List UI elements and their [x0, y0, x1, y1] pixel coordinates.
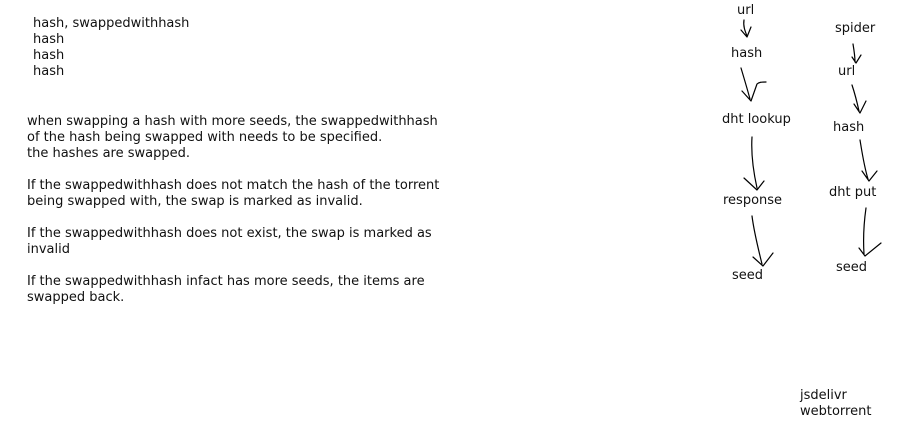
note-swap-back: If the swappedwithhash infact has more s…	[27, 274, 439, 306]
flow-left-dht-lookup: dht lookup	[722, 112, 791, 127]
note-line: of the hash being swapped with needs to …	[27, 130, 383, 145]
flow-right-seed: seed	[836, 260, 868, 275]
swap-rules-notes: when swapping a hash with more seeds, th…	[27, 114, 439, 306]
hash-list-item: hash, swappedwithhash	[33, 16, 190, 31]
flow-left-response: response	[723, 193, 783, 208]
hash-list-item: hash	[33, 48, 65, 63]
flow-left-seed: seed	[732, 268, 764, 283]
flow-right-dht-put: dht put	[829, 185, 877, 200]
arrow-dht-lookup-to-response	[743, 136, 765, 191]
flow-left-hash: hash	[731, 46, 763, 61]
library-item: jsdelivr	[800, 388, 847, 403]
hash-list-item: hash	[33, 64, 65, 79]
note-line: If the swappedwithhash infact has more s…	[27, 274, 425, 289]
flow-right-hash: hash	[833, 120, 865, 135]
arrow-spider-to-url	[851, 43, 862, 64]
note-line: If the swappedwithhash does not exist, t…	[27, 226, 432, 241]
note-swap-spec: when swapping a hash with more seeds, th…	[27, 114, 439, 162]
library-list: jsdelivr webtorrent	[800, 388, 871, 420]
arrow-dht-put-to-seed	[858, 207, 882, 257]
note-line: swapped back.	[27, 290, 125, 305]
flow-right-spider: spider	[835, 21, 876, 36]
note-line: the hashes are swapped.	[27, 146, 191, 161]
arrow-hash-to-dht-lookup	[740, 67, 767, 102]
flow-right-url: url	[838, 64, 856, 79]
hash-list-item: hash	[33, 32, 65, 47]
note-line: being swapped with, the swap is marked a…	[27, 194, 363, 209]
arrow-url-to-hash-right	[851, 84, 867, 114]
note-missing: If the swappedwithhash does not exist, t…	[27, 226, 439, 258]
note-mismatch: If the swappedwithhash does not match th…	[27, 178, 439, 210]
note-line: If the swappedwithhash does not match th…	[27, 178, 440, 193]
arrow-response-to-seed	[751, 215, 774, 267]
library-item: webtorrent	[800, 404, 872, 419]
note-line: invalid	[27, 242, 70, 257]
arrow-hash-to-dht-put	[859, 139, 878, 182]
note-line: when swapping a hash with more seeds, th…	[27, 114, 438, 129]
hash-list: hash, swappedwithhash hash hash hash	[33, 16, 189, 80]
arrow-url-to-hash	[740, 19, 752, 38]
flow-left-url: url	[737, 3, 755, 18]
